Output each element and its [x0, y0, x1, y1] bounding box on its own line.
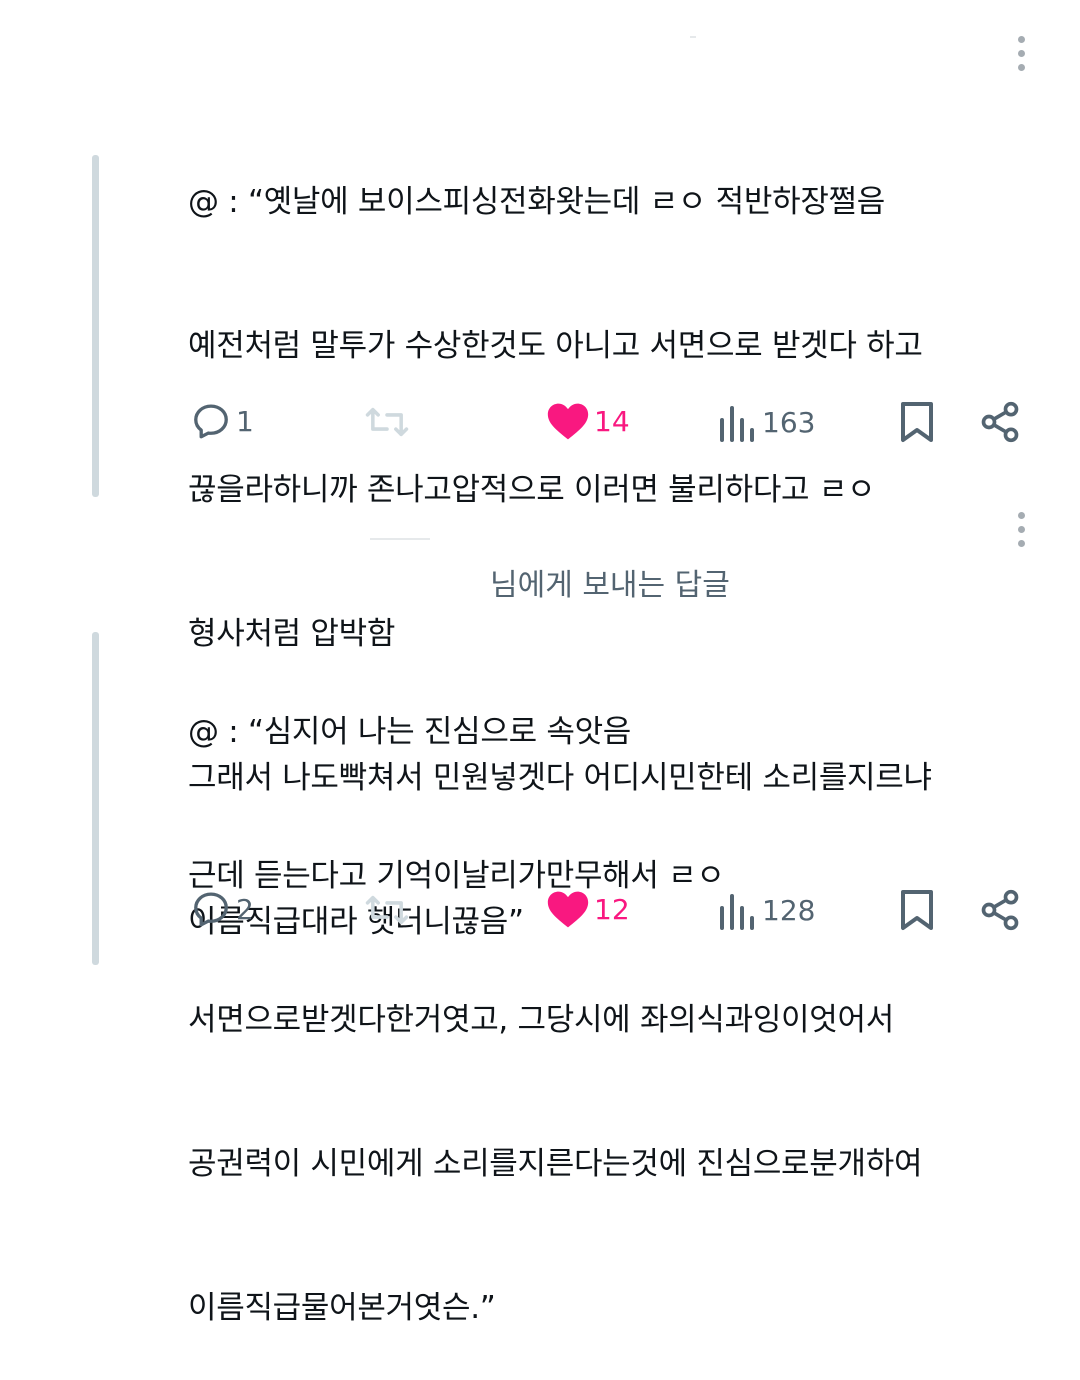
hidden-header-1 — [690, 36, 696, 38]
post-text-line: @ : “옛날에 보이스피싱전화왓는데 ㄹㅇ 적반하장쩔음 — [188, 184, 885, 220]
post-text-line: 공권력이 시민에게 소리를지른다는것에 진심으로분개하여 — [188, 1146, 923, 1182]
bookmark-button[interactable] — [898, 888, 936, 932]
post-2-actions: 2 12 128 — [0, 880, 1080, 940]
reply-button[interactable]: 1 — [190, 400, 254, 442]
post-text-line: 서면으로받겟다한거엿고, 그당시에 좌의식과잉이엇어서 — [188, 1002, 894, 1038]
reply-count: 2 — [236, 892, 254, 926]
views-bar-chart-icon — [720, 894, 754, 930]
like-count: 12 — [594, 892, 630, 926]
more-vertical-icon[interactable] — [1016, 512, 1026, 554]
post-1-actions: 1 14 163 — [0, 392, 1080, 452]
views-button[interactable]: 128 — [718, 890, 815, 930]
bookmark-button[interactable] — [898, 400, 936, 444]
repost-button[interactable] — [364, 890, 410, 930]
bookmark-icon — [901, 890, 933, 930]
heart-icon — [547, 891, 589, 928]
repost-arrows-icon — [365, 895, 409, 925]
share-icon — [981, 401, 1019, 443]
post-text-line: @ : “심지어 나는 진심으로 속앗음 — [188, 714, 632, 750]
views-count: 163 — [762, 405, 816, 439]
reply-count: 1 — [236, 404, 254, 438]
post-text-line: 이름직급물어본거엿슨.” — [188, 1290, 496, 1326]
post-text-line: 예전처럼 말투가 수상한것도 아니고 서면으로 받겟다 하고 — [188, 328, 923, 364]
views-bar-chart-icon — [720, 406, 754, 442]
bookmark-icon — [901, 402, 933, 442]
reply-bubble-icon — [194, 404, 228, 439]
reply-bubble-icon — [194, 892, 228, 927]
repost-button[interactable] — [364, 402, 410, 442]
reply-to-label: 님에게 보내는 답글 — [490, 568, 730, 603]
post-2-text: @ : “심지어 나는 진심으로 속앗음 근데 듣는다고 기억이날리가만무해서 … — [188, 612, 922, 1380]
share-button[interactable] — [978, 400, 1022, 444]
like-count: 14 — [594, 404, 630, 438]
like-button[interactable]: 12 — [546, 888, 630, 930]
heart-icon — [547, 403, 589, 440]
like-button[interactable]: 14 — [546, 400, 630, 442]
views-count: 128 — [762, 893, 816, 927]
repost-arrows-icon — [365, 407, 409, 437]
reply-button[interactable]: 2 — [190, 888, 254, 930]
share-button[interactable] — [978, 888, 1022, 932]
more-vertical-icon[interactable] — [1016, 36, 1026, 78]
post-text-line: 끊을라하니까 존나고압적으로 이러면 불리하다고 ㄹㅇ — [188, 472, 876, 508]
share-icon — [981, 889, 1019, 931]
views-button[interactable]: 163 — [718, 402, 815, 442]
